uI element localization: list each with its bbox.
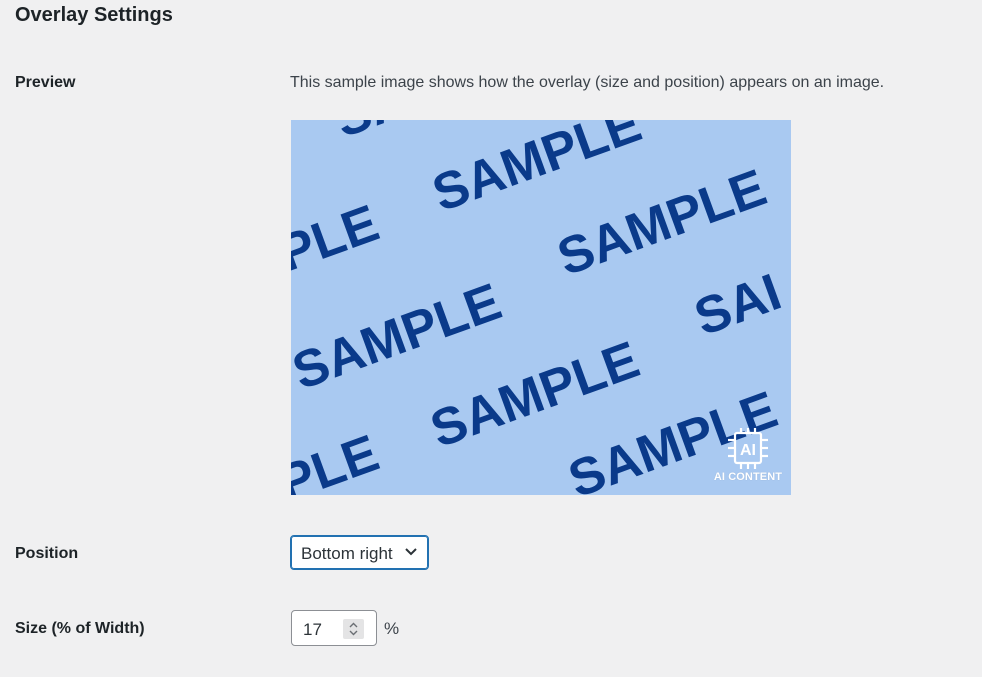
size-unit: % bbox=[384, 619, 400, 638]
chevron-down-icon bbox=[405, 548, 417, 556]
spinner-arrows-icon bbox=[349, 622, 358, 636]
page-title: Overlay Settings bbox=[15, 4, 173, 26]
pattern-text-2: SAMPLE bbox=[425, 120, 648, 223]
preview-description: This sample image shows how the overlay … bbox=[290, 74, 885, 91]
preview-image: SAMPLE SAMPLE PLE SAMPLE SAI SAMPLE SAMP… bbox=[291, 120, 791, 495]
size-input[interactable]: 17 bbox=[291, 610, 377, 646]
chip-text: AI bbox=[740, 442, 756, 459]
pattern-text-4: SAMPLE bbox=[550, 159, 773, 288]
position-selected-value: Bottom right bbox=[301, 544, 393, 563]
size-label: Size (% of Width) bbox=[15, 620, 145, 637]
pattern-text-8: PLE bbox=[291, 424, 386, 495]
position-select[interactable]: Bottom right bbox=[290, 535, 429, 570]
size-spinner[interactable] bbox=[343, 619, 364, 639]
pattern-text-6: SAMPLE bbox=[291, 273, 509, 402]
chip-icon: AI bbox=[728, 428, 768, 469]
position-label: Position bbox=[15, 545, 79, 562]
ai-content-overlay: AI AI CONTENT bbox=[711, 427, 785, 487]
preview-label: Preview bbox=[15, 74, 76, 91]
overlay-caption: AI CONTENT bbox=[713, 471, 783, 483]
pattern-text-3: PLE bbox=[291, 194, 386, 283]
pattern-text-5: SAI bbox=[687, 263, 788, 347]
size-value: 17 bbox=[303, 620, 322, 639]
